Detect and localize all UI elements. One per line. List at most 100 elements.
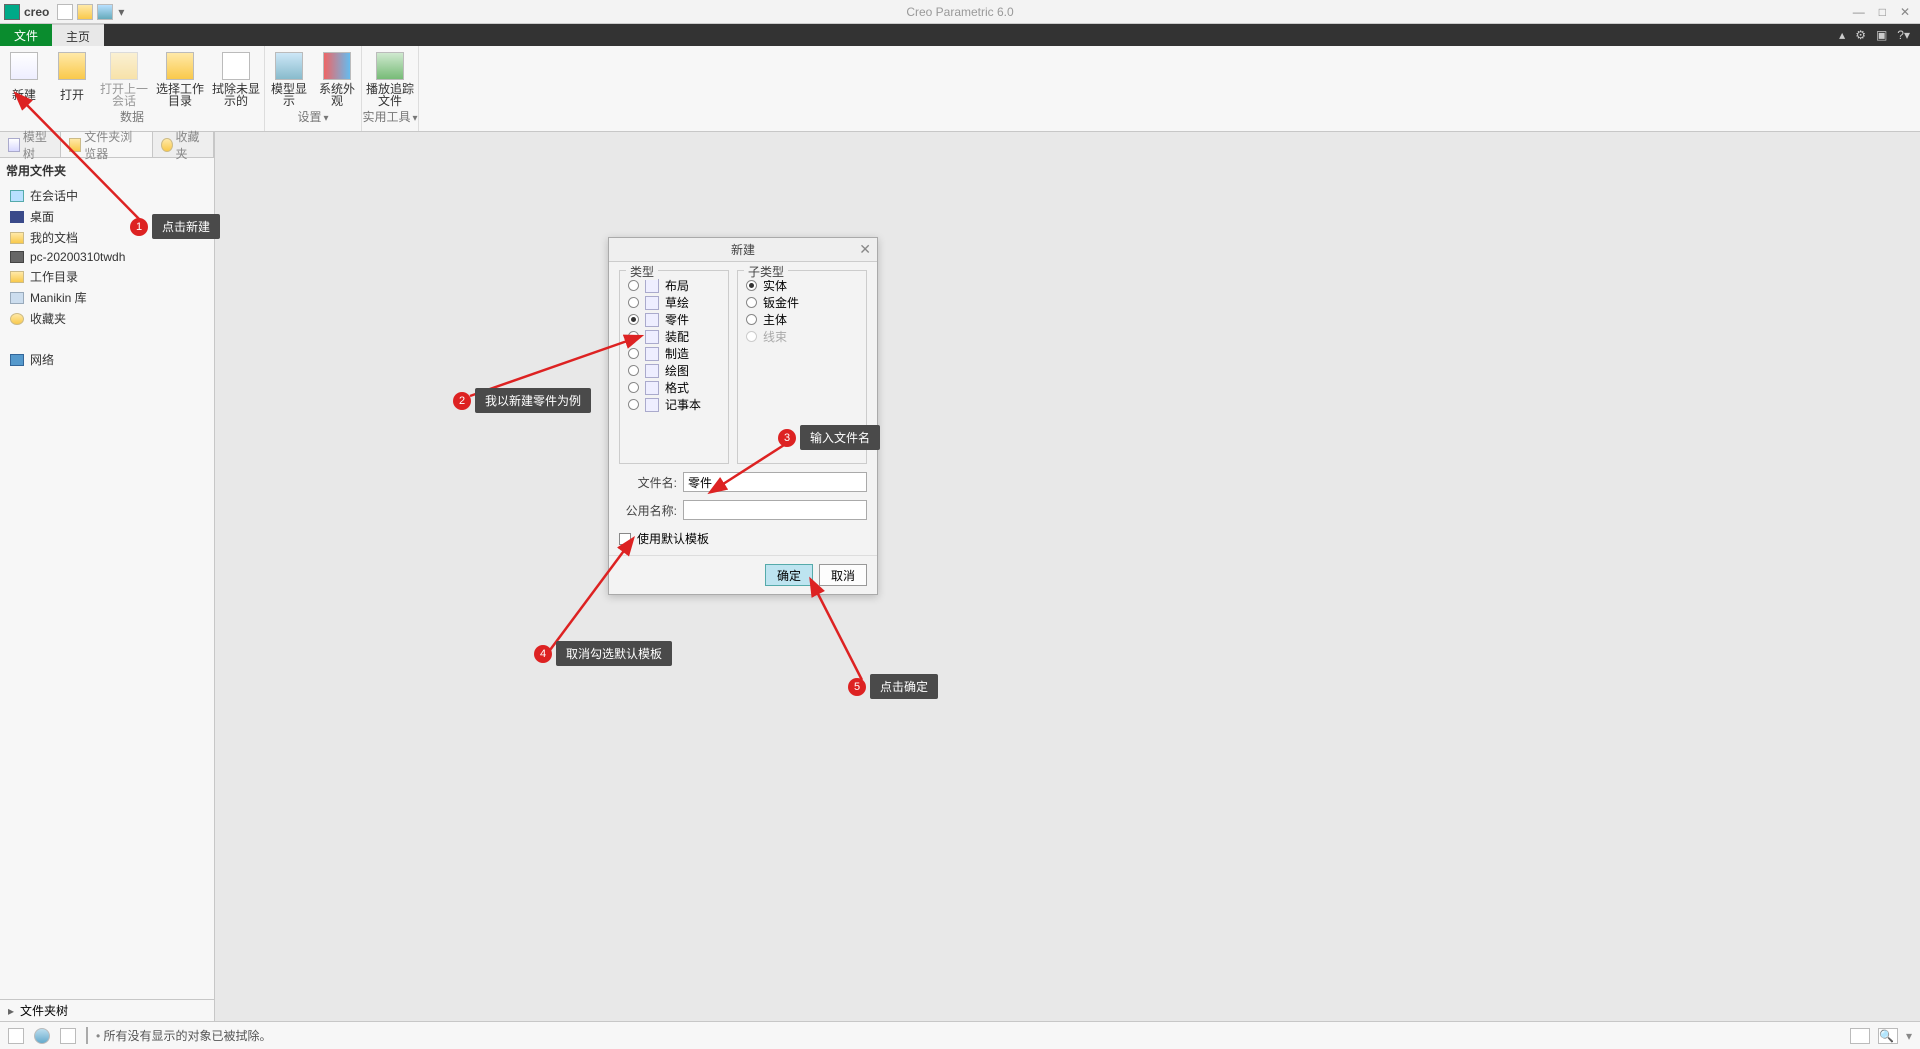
radio-manufacturing[interactable]: 制造 — [628, 345, 720, 362]
dialog-title: 新建 — [731, 241, 755, 258]
play-trace-file-button[interactable]: 播放追踪文件 — [362, 50, 418, 108]
radio-format[interactable]: 格式 — [628, 379, 720, 396]
list-item-network[interactable]: 网络 — [0, 349, 214, 370]
side-tabs: 模型树 文件夹浏览器 收藏夹 — [0, 132, 214, 158]
common-name-row: 公用名称: — [619, 500, 867, 520]
documents-icon — [10, 232, 24, 244]
new-doc-icon — [10, 52, 38, 80]
list-item-in-session[interactable]: 在会话中 — [0, 185, 214, 206]
play-icon — [376, 52, 404, 80]
radio-part[interactable]: 零件 — [628, 311, 720, 328]
workspace — [215, 132, 1920, 1021]
drawing-icon — [645, 364, 659, 378]
palette-icon — [323, 52, 351, 80]
star-icon — [161, 138, 173, 152]
dialog-titlebar: 新建 ✕ — [609, 238, 877, 262]
ribbon-group-settings: 模型显示 系统外观 设置▾ — [265, 46, 362, 131]
radio-sheetmetal[interactable]: 钣金件 — [746, 294, 858, 311]
open-button[interactable]: 打开 — [48, 50, 96, 108]
status-box-icon[interactable] — [8, 1028, 24, 1044]
use-default-template-row[interactable]: 使用默认模板 — [619, 530, 867, 547]
assembly-icon — [645, 330, 659, 344]
app-logo-icon — [4, 4, 20, 20]
new-button[interactable]: 新建 — [0, 50, 48, 108]
working-dir-icon — [10, 271, 24, 283]
filename-label: 文件名: — [619, 474, 677, 491]
filename-input[interactable] — [683, 472, 867, 492]
quick-access-toolbar: ▾ — [57, 4, 125, 20]
list-item-pc[interactable]: pc-20200310twdh — [0, 248, 214, 266]
help-dropdown-icon[interactable]: ?▾ — [1897, 28, 1910, 42]
system-appearance-button[interactable]: 系统外观 — [313, 50, 361, 108]
list-item-working-dir[interactable]: 工作目录 — [0, 266, 214, 287]
dialog-close-button[interactable]: ✕ — [859, 241, 871, 258]
minimize-button[interactable]: — — [1853, 5, 1865, 19]
radio-bulk[interactable]: 主体 — [746, 311, 858, 328]
open-last-session-button[interactable]: 打开上一会话 — [96, 50, 152, 108]
subtype-fieldset: 子类型 实体 钣金件 主体 线束 — [737, 270, 867, 464]
close-window-button[interactable]: ✕ — [1900, 5, 1910, 19]
session-icon — [10, 190, 24, 202]
ribbon-group-data: 新建 打开 打开上一会话 选择工作目录 拭除未显示的 数据 — [0, 46, 265, 131]
folder-last-icon — [110, 52, 138, 80]
radio-drawing[interactable]: 绘图 — [628, 362, 720, 379]
erase-icon — [222, 52, 250, 80]
ribbon-group-label-settings[interactable]: 设置▾ — [297, 108, 328, 127]
ribbon-collapse-icon[interactable]: ▴ — [1839, 28, 1845, 42]
list-item-favorites[interactable]: 收藏夹 — [0, 308, 214, 329]
brand-label: creo — [24, 5, 49, 19]
menubar-right-icons: ▴ ⚙ ▣ ?▾ — [1839, 24, 1920, 46]
qat-new-icon[interactable] — [57, 4, 73, 20]
side-panel: 模型树 文件夹浏览器 收藏夹 常用文件夹 在会话中 桌面 我的文档 pc-202… — [0, 132, 215, 1021]
status-blank-icon[interactable] — [60, 1028, 76, 1044]
side-tab-model-tree[interactable]: 模型树 — [0, 132, 61, 157]
manikin-icon — [10, 292, 24, 304]
folder-select-icon — [166, 52, 194, 80]
side-tab-favorites[interactable]: 收藏夹 — [153, 132, 214, 157]
ribbon: 新建 打开 打开上一会话 选择工作目录 拭除未显示的 数据 模型显示 系统外观 … — [0, 46, 1920, 132]
cancel-button[interactable]: 取消 — [819, 564, 867, 586]
qat-open-icon[interactable] — [77, 4, 93, 20]
folder-browser-icon — [69, 138, 81, 152]
notebook-icon — [645, 398, 659, 412]
list-item-my-documents[interactable]: 我的文档 — [0, 227, 214, 248]
ok-button[interactable]: 确定 — [765, 564, 813, 586]
folder-tree-toggle[interactable]: ▸文件夹树 — [0, 999, 214, 1021]
common-folders-heading: 常用文件夹 — [0, 158, 214, 183]
title-bar: creo ▾ Creo Parametric 6.0 — □ ✕ — [0, 0, 1920, 24]
model-display-button[interactable]: 模型显示 — [265, 50, 313, 108]
checkbox-icon[interactable] — [619, 533, 631, 545]
radio-sketch[interactable]: 草绘 — [628, 294, 720, 311]
ribbon-group-label-tools[interactable]: 实用工具▾ — [362, 108, 417, 127]
folder-open-icon — [58, 52, 86, 80]
erase-not-displayed-button[interactable]: 拭除未显示的 — [208, 50, 264, 108]
tab-home[interactable]: 主页 — [52, 24, 104, 46]
common-name-label: 公用名称: — [619, 502, 677, 519]
select-working-dir-button[interactable]: 选择工作目录 — [152, 50, 208, 108]
folder-list: 在会话中 桌面 我的文档 pc-20200310twdh 工作目录 Maniki… — [0, 183, 214, 372]
list-item-desktop[interactable]: 桌面 — [0, 206, 214, 227]
model-tree-icon — [8, 138, 20, 152]
radio-notebook[interactable]: 记事本 — [628, 396, 720, 413]
qat-dropdown-icon[interactable]: ▾ — [117, 6, 125, 18]
side-tab-folder-browser[interactable]: 文件夹浏览器 — [61, 132, 152, 157]
qat-save-icon[interactable] — [97, 4, 113, 20]
favorites-icon — [10, 313, 24, 325]
status-globe-icon[interactable] — [34, 1028, 50, 1044]
type-legend: 类型 — [626, 263, 658, 280]
status-find-button[interactable]: 🔍 — [1878, 1028, 1898, 1044]
radio-assembly[interactable]: 装配 — [628, 328, 720, 345]
maximize-button[interactable]: □ — [1879, 5, 1886, 19]
common-name-input[interactable] — [683, 500, 867, 520]
subtype-legend: 子类型 — [744, 263, 788, 280]
computer-icon — [10, 251, 24, 263]
layout-icon — [645, 279, 659, 293]
status-selection-button[interactable] — [1850, 1028, 1870, 1044]
ribbon-group-tools: 播放追踪文件 实用工具▾ — [362, 46, 419, 131]
mfg-icon — [645, 347, 659, 361]
tab-file[interactable]: 文件 — [0, 24, 52, 46]
gear-icon[interactable]: ⚙ — [1855, 28, 1866, 42]
use-default-template-label: 使用默认模板 — [637, 530, 709, 547]
list-item-manikin[interactable]: Manikin 库 — [0, 287, 214, 308]
windows-icon[interactable]: ▣ — [1876, 28, 1887, 42]
